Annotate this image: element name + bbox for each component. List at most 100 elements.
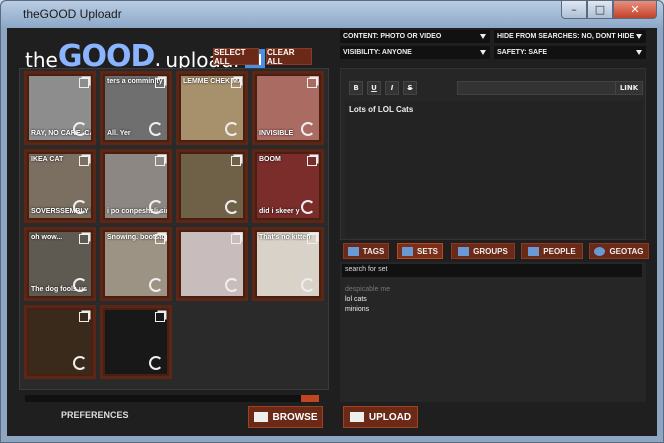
thumbnail-bottom-caption: did i skeer y	[259, 208, 300, 215]
title-bar[interactable]: theGOOD Uploadr – □ ✕	[1, 1, 663, 27]
tab-groups[interactable]: GROUPS	[451, 243, 515, 259]
tab-tags[interactable]: TAGS	[343, 243, 389, 259]
select-toggle-icon[interactable]	[231, 234, 241, 244]
rotate-icon[interactable]	[73, 200, 87, 214]
select-toggle-icon[interactable]	[231, 156, 241, 166]
clear-all-button[interactable]: CLEAR ALL	[266, 48, 312, 66]
globe-icon	[594, 246, 606, 256]
select-toggle-icon[interactable]	[155, 156, 165, 166]
select-toggle-icon[interactable]	[307, 234, 317, 244]
rotate-icon[interactable]	[301, 122, 315, 136]
rotate-icon[interactable]	[73, 278, 87, 292]
link-button[interactable]: LINK	[615, 81, 643, 95]
rotate-icon[interactable]	[149, 356, 163, 370]
tab-people-label: PEOPLE	[543, 246, 576, 256]
bold-button[interactable]: B	[349, 81, 363, 95]
italic-button[interactable]: I	[385, 81, 399, 95]
tab-sets[interactable]: SETS	[397, 243, 443, 259]
photo-thumbnail[interactable]	[176, 227, 248, 301]
window-controls: – □ ✕	[561, 1, 657, 19]
rotate-icon[interactable]	[301, 278, 315, 292]
tab-geotag[interactable]: GEOTAG	[589, 243, 649, 259]
content-value: CONTENT: PHOTO OR VIDEO	[343, 33, 442, 40]
select-toggle-icon[interactable]	[79, 156, 89, 166]
window-title: theGOOD Uploadr	[23, 7, 122, 21]
photo-thumbnail[interactable]: That's no kitten	[252, 227, 324, 301]
rotate-icon[interactable]	[73, 122, 87, 136]
underline-button[interactable]: U	[367, 81, 381, 95]
safety-dropdown[interactable]: SAFETY: SAFE	[494, 46, 646, 59]
upload-button[interactable]: UPLOAD	[343, 406, 418, 428]
dropdown-arrow-icon	[636, 50, 642, 55]
photo-thumbnail[interactable]: ters a comminity All. Yer	[100, 71, 172, 145]
rotate-icon[interactable]	[149, 200, 163, 214]
thumbnail-bottom-caption: INVISIBLE	[259, 130, 294, 137]
maximize-button[interactable]: □	[587, 1, 613, 19]
rotate-icon[interactable]	[73, 356, 87, 370]
rotate-icon[interactable]	[301, 200, 315, 214]
sets-icon	[402, 246, 414, 256]
minimize-button[interactable]: –	[561, 1, 587, 19]
tag-icon	[347, 246, 359, 256]
app-window: theGOOD Uploadr – □ ✕ the GOOD . uploadr…	[0, 0, 664, 443]
rotate-icon[interactable]	[225, 122, 239, 136]
folder-icon	[253, 412, 268, 422]
photo-thumbnail[interactable]	[176, 149, 248, 223]
browse-button[interactable]: BROWSE	[248, 406, 323, 428]
client-area: the GOOD . uploadr SELECT ALL CLEAR ALL …	[7, 28, 657, 436]
photo-thumbnail[interactable]: INVISIBLE	[252, 71, 324, 145]
photo-thumbnail[interactable]: IKEA CATSOVERSSEMBLY REQUIRED	[24, 149, 96, 223]
photo-thumbnail[interactable]: Snowing. bootstop!	[100, 227, 172, 301]
dropdown-arrow-icon	[636, 34, 642, 39]
tab-groups-label: GROUPS	[473, 246, 508, 256]
select-toggle-icon[interactable]	[79, 234, 89, 244]
preferences-link[interactable]: PREFERENCES	[61, 410, 129, 420]
select-all-button[interactable]: SELECT ALL	[213, 48, 259, 66]
close-button[interactable]: ✕	[613, 1, 657, 19]
photo-thumbnail[interactable]: LEMME CHEK MAH	[176, 71, 248, 145]
thumbnail-caption: BOOM	[259, 156, 281, 163]
tab-tags-label: TAGS	[362, 246, 385, 256]
select-toggle-icon[interactable]	[307, 156, 317, 166]
rotate-icon[interactable]	[225, 200, 239, 214]
photo-thumbnail[interactable]: BOOM did i skeer y	[252, 149, 324, 223]
safety-value: SAFETY: SAFE	[497, 49, 548, 56]
upload-label: UPLOAD	[368, 411, 412, 423]
photo-thumbnail[interactable]	[24, 305, 96, 379]
select-toggle-icon[interactable]	[155, 312, 165, 322]
groups-icon	[458, 246, 470, 256]
set-search-input[interactable]: search for set	[342, 264, 642, 277]
tab-geotag-label: GEOTAG	[609, 246, 644, 256]
sets-panel: search for set despicable me lol cats mini…	[340, 262, 646, 402]
rotate-icon[interactable]	[149, 122, 163, 136]
select-toggle-icon[interactable]	[79, 312, 89, 322]
grid-scrollbar[interactable]	[25, 395, 319, 402]
select-toggle-icon[interactable]	[231, 78, 241, 88]
select-toggle-icon[interactable]	[155, 78, 165, 88]
set-list-item[interactable]: despicable me	[345, 285, 390, 295]
photo-grid[interactable]: RAY, NO CARE, CAN HAZters a comminityAll…	[19, 68, 329, 390]
rotate-icon[interactable]	[149, 278, 163, 292]
select-toggle-icon[interactable]	[307, 78, 317, 88]
tab-people[interactable]: PEOPLE	[521, 243, 583, 259]
content-dropdown[interactable]: CONTENT: PHOTO OR VIDEO	[340, 30, 490, 43]
set-list-item[interactable]: minions	[345, 305, 390, 315]
grid-scrollbar-thumb[interactable]	[301, 395, 319, 402]
tab-sets-label: SETS	[417, 246, 438, 256]
photo-thumbnail[interactable]	[100, 305, 172, 379]
photo-thumbnail[interactable]: oh wow... The dog fools us	[24, 227, 96, 301]
photo-thumbnail[interactable]: RAY, NO CARE, CAN HAZ	[24, 71, 96, 145]
hide-dropdown[interactable]: HIDE FROM SEARCHES: NO, DONT HIDE	[494, 30, 646, 43]
select-toggle-icon[interactable]	[79, 78, 89, 88]
description-editor: B U I S LINK Lots of LOL Cats	[340, 68, 646, 240]
select-toggle-icon[interactable]	[155, 234, 165, 244]
visibility-dropdown[interactable]: VISIBILITY: ANYONE	[340, 46, 490, 59]
description-textarea[interactable]: Lots of LOL Cats	[345, 101, 643, 237]
photo-thumbnail[interactable]: i po conpeshsli sin pictures	[100, 149, 172, 223]
link-url-input[interactable]	[457, 81, 617, 95]
rotate-icon[interactable]	[225, 278, 239, 292]
dropdown-arrow-icon	[480, 50, 486, 55]
thumbnail-bottom-caption: All. Yer	[107, 130, 131, 137]
set-list-item[interactable]: lol cats	[345, 295, 390, 305]
strike-button[interactable]: S	[403, 81, 417, 95]
